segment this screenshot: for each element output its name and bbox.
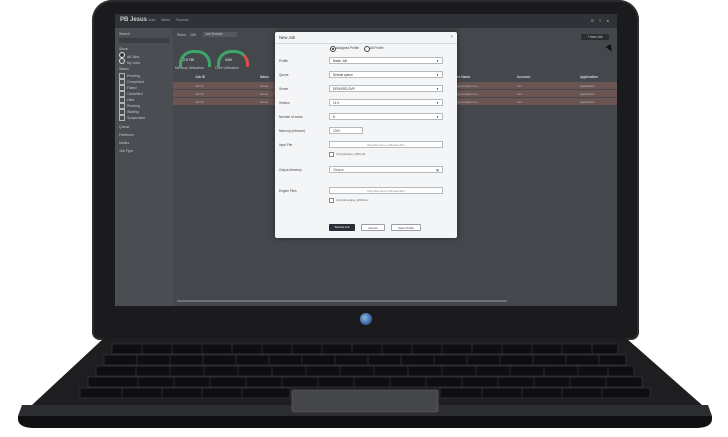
col-account[interactable]: Account	[517, 75, 530, 79]
nav-item-alerts[interactable]: Alerts	[161, 18, 170, 22]
group-queue[interactable]: Queue	[119, 125, 130, 129]
chevron-down-icon: ▼	[436, 59, 439, 63]
server-select[interactable]: DRIVERS-SVR ▼	[329, 85, 443, 92]
submit-job-button[interactable]: Submit Job	[329, 224, 355, 231]
cores-label: Number of cores	[279, 115, 303, 119]
version-label: Version	[279, 101, 290, 105]
radio-assigned-profile-label: Assigned Profile	[336, 46, 360, 50]
input-file-item[interactable]: /tmp/job/input_2000.dat	[329, 152, 365, 157]
sidebar-search-input[interactable]	[119, 38, 169, 43]
col-job-id[interactable]: Job ID	[195, 75, 205, 79]
input-file-label: Input File	[279, 143, 293, 147]
version-select[interactable]: 11.0 ▼	[329, 99, 443, 106]
col-application[interactable]: Application	[580, 75, 598, 79]
engine-files-dropzone[interactable]: Drag files here or Browse files	[329, 187, 443, 194]
screen: PB Jesus Jobs Alerts Reports ⚙ ≡ ● Searc…	[115, 14, 617, 306]
divider	[275, 43, 457, 44]
status-filter-suspended[interactable]: Suspended	[119, 115, 145, 121]
server-label: Server	[279, 87, 289, 91]
group-job-type[interactable]: Job Type	[119, 149, 133, 153]
app-title: PB Jesus	[120, 17, 148, 23]
save-profile-button[interactable]: Save Profile	[391, 224, 421, 231]
status-heading: Status	[119, 67, 129, 71]
show-label: Show	[177, 33, 186, 37]
cancel-button[interactable]: Cancel	[361, 224, 385, 231]
radio-my-jobs[interactable]: My Jobs	[119, 58, 140, 65]
close-icon[interactable]: ×	[450, 34, 453, 39]
engine-files-label: Engine Files	[279, 189, 297, 193]
sidebar-search-label: Search	[119, 32, 131, 36]
memory-input[interactable]: 2000	[329, 127, 363, 134]
nav-item-jobs[interactable]: Jobs	[148, 18, 155, 22]
chevron-down-icon: ▼	[436, 101, 439, 105]
core-gauge	[217, 50, 249, 67]
chevron-down-icon: ▼	[436, 87, 439, 91]
queue-label: Queue	[279, 73, 289, 77]
queue-select[interactable]: Default queue ▼	[329, 71, 443, 78]
core-gauge-value: 34%	[225, 58, 233, 62]
dialog-title: New Job	[279, 35, 296, 40]
memory-label: Memory (mb/core)	[279, 129, 306, 133]
new-job-dialog: New Job × Assigned Profile All Profile P…	[275, 32, 457, 238]
chevron-down-icon: ▼	[436, 115, 439, 119]
laptop-base	[18, 338, 712, 428]
engine-file-item[interactable]: /tmp/job/engine_2000.dat	[329, 198, 368, 203]
settings-icon[interactable]: ⚙ ≡ ●	[590, 18, 611, 23]
profile-label: Profile	[279, 59, 289, 63]
nav-item-reports[interactable]: Reports	[176, 18, 188, 22]
new-job-button[interactable]: + New Job	[581, 34, 609, 40]
output-directory-input[interactable]: /Output ▤	[329, 166, 443, 173]
chevron-down-icon: ▼	[436, 73, 439, 77]
app-nav: Jobs Alerts Reports	[148, 18, 193, 22]
input-file-dropzone[interactable]: Drag files here or Browse files	[329, 141, 443, 148]
core-gauge-label: Core Utilization	[215, 66, 239, 70]
sidebar: Search Show All Jobs My Jobs Status Pend…	[115, 28, 173, 306]
group-partitions[interactable]: Partitions	[119, 133, 134, 137]
radio-all-profile-label: All Profile	[370, 46, 384, 50]
webcam-icon	[360, 313, 372, 325]
cores-select[interactable]: 8 ▼	[329, 113, 443, 120]
memory-gauge-label: Memory Utilization	[175, 66, 204, 70]
memory-gauge-value: 2.9 TiB	[183, 58, 194, 62]
filter-input[interactable]: Job Details	[203, 32, 237, 37]
col-name[interactable]: Name	[260, 75, 269, 79]
group-nodes[interactable]: Nodes	[119, 141, 129, 145]
horizontal-scrollbar[interactable]	[177, 300, 507, 302]
output-directory-label: Output directory	[279, 168, 302, 172]
profile-select[interactable]: Batch Job ▼	[329, 57, 443, 64]
sidebar-view-label: Show	[119, 47, 128, 51]
folder-icon: ▤	[436, 168, 439, 172]
page-size-select[interactable]: 100	[190, 33, 196, 37]
